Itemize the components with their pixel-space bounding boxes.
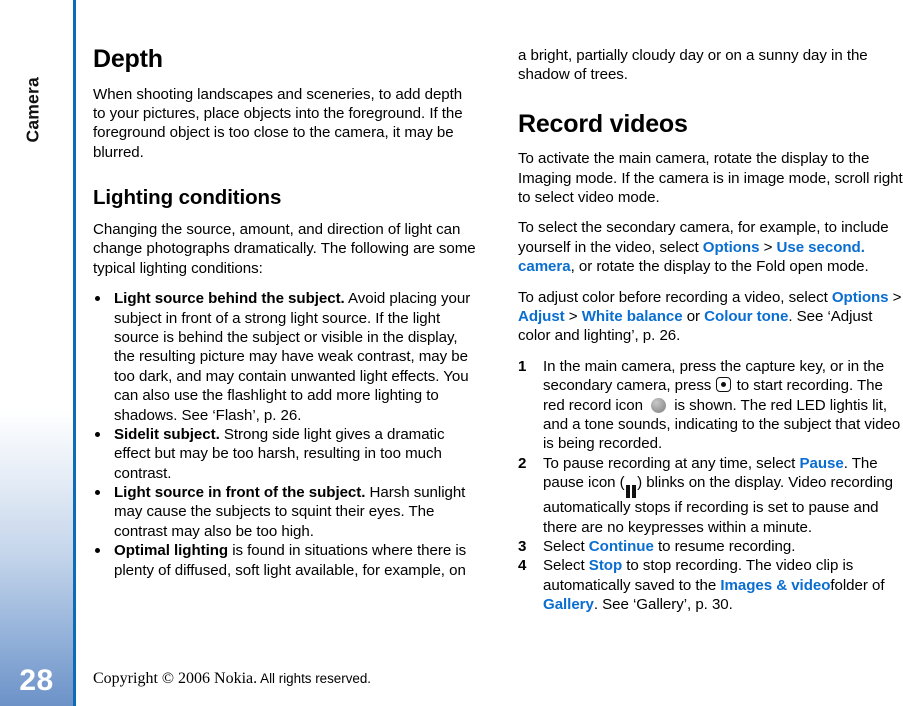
rail-divider xyxy=(73,0,76,706)
chapter-tab-label: Camera xyxy=(22,77,43,143)
list-item: 4 Select Stop to stop recording. The vide… xyxy=(518,556,903,614)
link-adjust[interactable]: Adjust xyxy=(518,308,565,325)
heading-record-videos: Record videos xyxy=(518,109,688,138)
list-item: 3 Select Continue to resume recording. xyxy=(518,537,903,556)
page-footer: Copyright © 2006 Nokia. All rights reser… xyxy=(93,670,883,688)
pause-bars-icon xyxy=(625,485,637,499)
text-part: Select xyxy=(543,537,589,555)
list-item: Sidelit subject. Strong side light gives… xyxy=(93,425,478,483)
list-item: Light source behind the subject. Avoid p… xyxy=(93,289,478,425)
text-part: To pause recording at any time, select xyxy=(543,454,800,472)
link-gallery[interactable]: Gallery xyxy=(543,596,594,613)
text-part: or xyxy=(682,308,705,326)
link-options[interactable]: Options xyxy=(703,239,760,256)
paragraph-depth: When shooting landscapes and sceneries, … xyxy=(93,85,463,161)
text-part: Select xyxy=(543,557,589,575)
bullet-lead: Light source in front of the subject. xyxy=(114,484,366,502)
bullet-dot-icon xyxy=(95,548,100,554)
text-part: To adjust color before recording a video… xyxy=(518,288,832,306)
page-body: Depth When shooting landscapes and scene… xyxy=(93,45,903,646)
page-number: 28 xyxy=(19,664,54,697)
list-item: 2 To pause recording at any time, select … xyxy=(518,454,903,537)
bullet-dot-icon xyxy=(95,490,100,496)
link-stop[interactable]: Stop xyxy=(589,557,622,574)
text-part: to resume recording. xyxy=(653,537,796,555)
text-separator: > xyxy=(759,238,777,256)
right-column: a bright, partially cloudy day or on a s… xyxy=(518,46,903,614)
text-part: , or rotate the display to the Fold open… xyxy=(570,258,869,276)
scroll-key-icon xyxy=(716,377,732,393)
link-white-balance[interactable]: White balance xyxy=(582,308,683,325)
paragraph-continued: a bright, partially cloudy day or on a s… xyxy=(518,47,868,84)
link-images-and-video[interactable]: Images & video xyxy=(720,577,830,594)
left-column: Depth When shooting landscapes and scene… xyxy=(93,45,478,580)
bullet-lead: Light source behind the subject. xyxy=(114,290,345,308)
paragraph-secondary-camera: To select the secondary camera, for exam… xyxy=(518,218,903,276)
text-part: . See ‘Gallery’, p. 30. xyxy=(593,596,733,614)
heading-lighting-conditions: Lighting conditions xyxy=(93,186,282,210)
list-item: Optimal lighting is found in situations … xyxy=(93,541,478,580)
rights-reserved-notice: All rights reserved. xyxy=(257,671,372,686)
step-number: 4 xyxy=(518,557,527,575)
link-colour-tone[interactable]: Colour tone xyxy=(704,308,788,325)
bullet-dot-icon xyxy=(95,431,100,437)
step-number: 3 xyxy=(518,537,527,555)
link-options[interactable]: Options xyxy=(832,289,889,306)
text-separator: > xyxy=(564,308,582,326)
bullet-text: Avoid placing your subject in front of a… xyxy=(114,290,471,424)
copyright-notice: Copyright © 2006 Nokia. xyxy=(93,670,258,687)
list-item: 1 In the main camera, press the capture k… xyxy=(518,357,903,454)
link-pause[interactable]: Pause xyxy=(799,455,843,472)
bullet-lead: Optimal lighting xyxy=(114,542,229,560)
step-number: 2 xyxy=(518,454,527,472)
bullet-lead: Sidelit subject. xyxy=(114,425,220,443)
text-separator: > xyxy=(888,288,902,306)
lighting-conditions-list: Light source behind the subject. Avoid p… xyxy=(93,289,478,580)
text-part: folder of xyxy=(830,576,885,594)
link-continue[interactable]: Continue xyxy=(589,538,654,555)
paragraph-adjust-color: To adjust color before recording a video… xyxy=(518,288,903,346)
paragraph-activate-camera: To activate the main camera, rotate the … xyxy=(518,150,903,207)
heading-depth: Depth xyxy=(93,45,163,73)
record-circle-icon xyxy=(651,397,667,413)
paragraph-lighting-intro: Changing the source, amount, and directi… xyxy=(93,221,476,277)
record-video-steps: 1 In the main camera, press the capture k… xyxy=(518,357,903,615)
bullet-dot-icon xyxy=(95,296,100,302)
step-number: 1 xyxy=(518,357,527,375)
list-item: Light source in front of the subject. Ha… xyxy=(93,483,478,541)
